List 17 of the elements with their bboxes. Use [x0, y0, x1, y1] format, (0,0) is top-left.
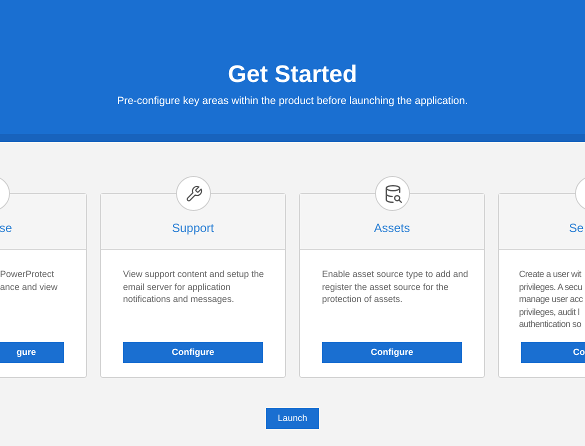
database-search-icon — [382, 184, 402, 204]
card-title: Support — [172, 220, 214, 237]
configure-button[interactable]: Co — [521, 342, 585, 363]
card-description: Enable asset source type to add and register the asset source for the protection of assets. — [321, 268, 470, 306]
page-title: Get Started — [228, 60, 358, 90]
card-title: Assets — [374, 220, 410, 237]
card-description: Create a user wit privileges. A secu manage user acc privileges, audit l authentication so — [518, 268, 584, 330]
page-subtitle: Pre-configure key areas within the product before launching the application. — [117, 94, 468, 109]
configure-button[interactable]: Configure — [123, 342, 263, 363]
configure-button[interactable]: Configure — [322, 342, 462, 363]
wrench-icon — [184, 184, 202, 202]
card-description: PowerProtect ance and view — [0, 268, 59, 293]
launch-button[interactable]: Launch — [266, 408, 319, 429]
card-title: Se — [569, 220, 584, 237]
configure-button[interactable]: gure — [0, 342, 64, 363]
card-description: View support content and setup the email server for application notifications and messages. — [122, 268, 265, 306]
card-title: se — [0, 220, 12, 237]
